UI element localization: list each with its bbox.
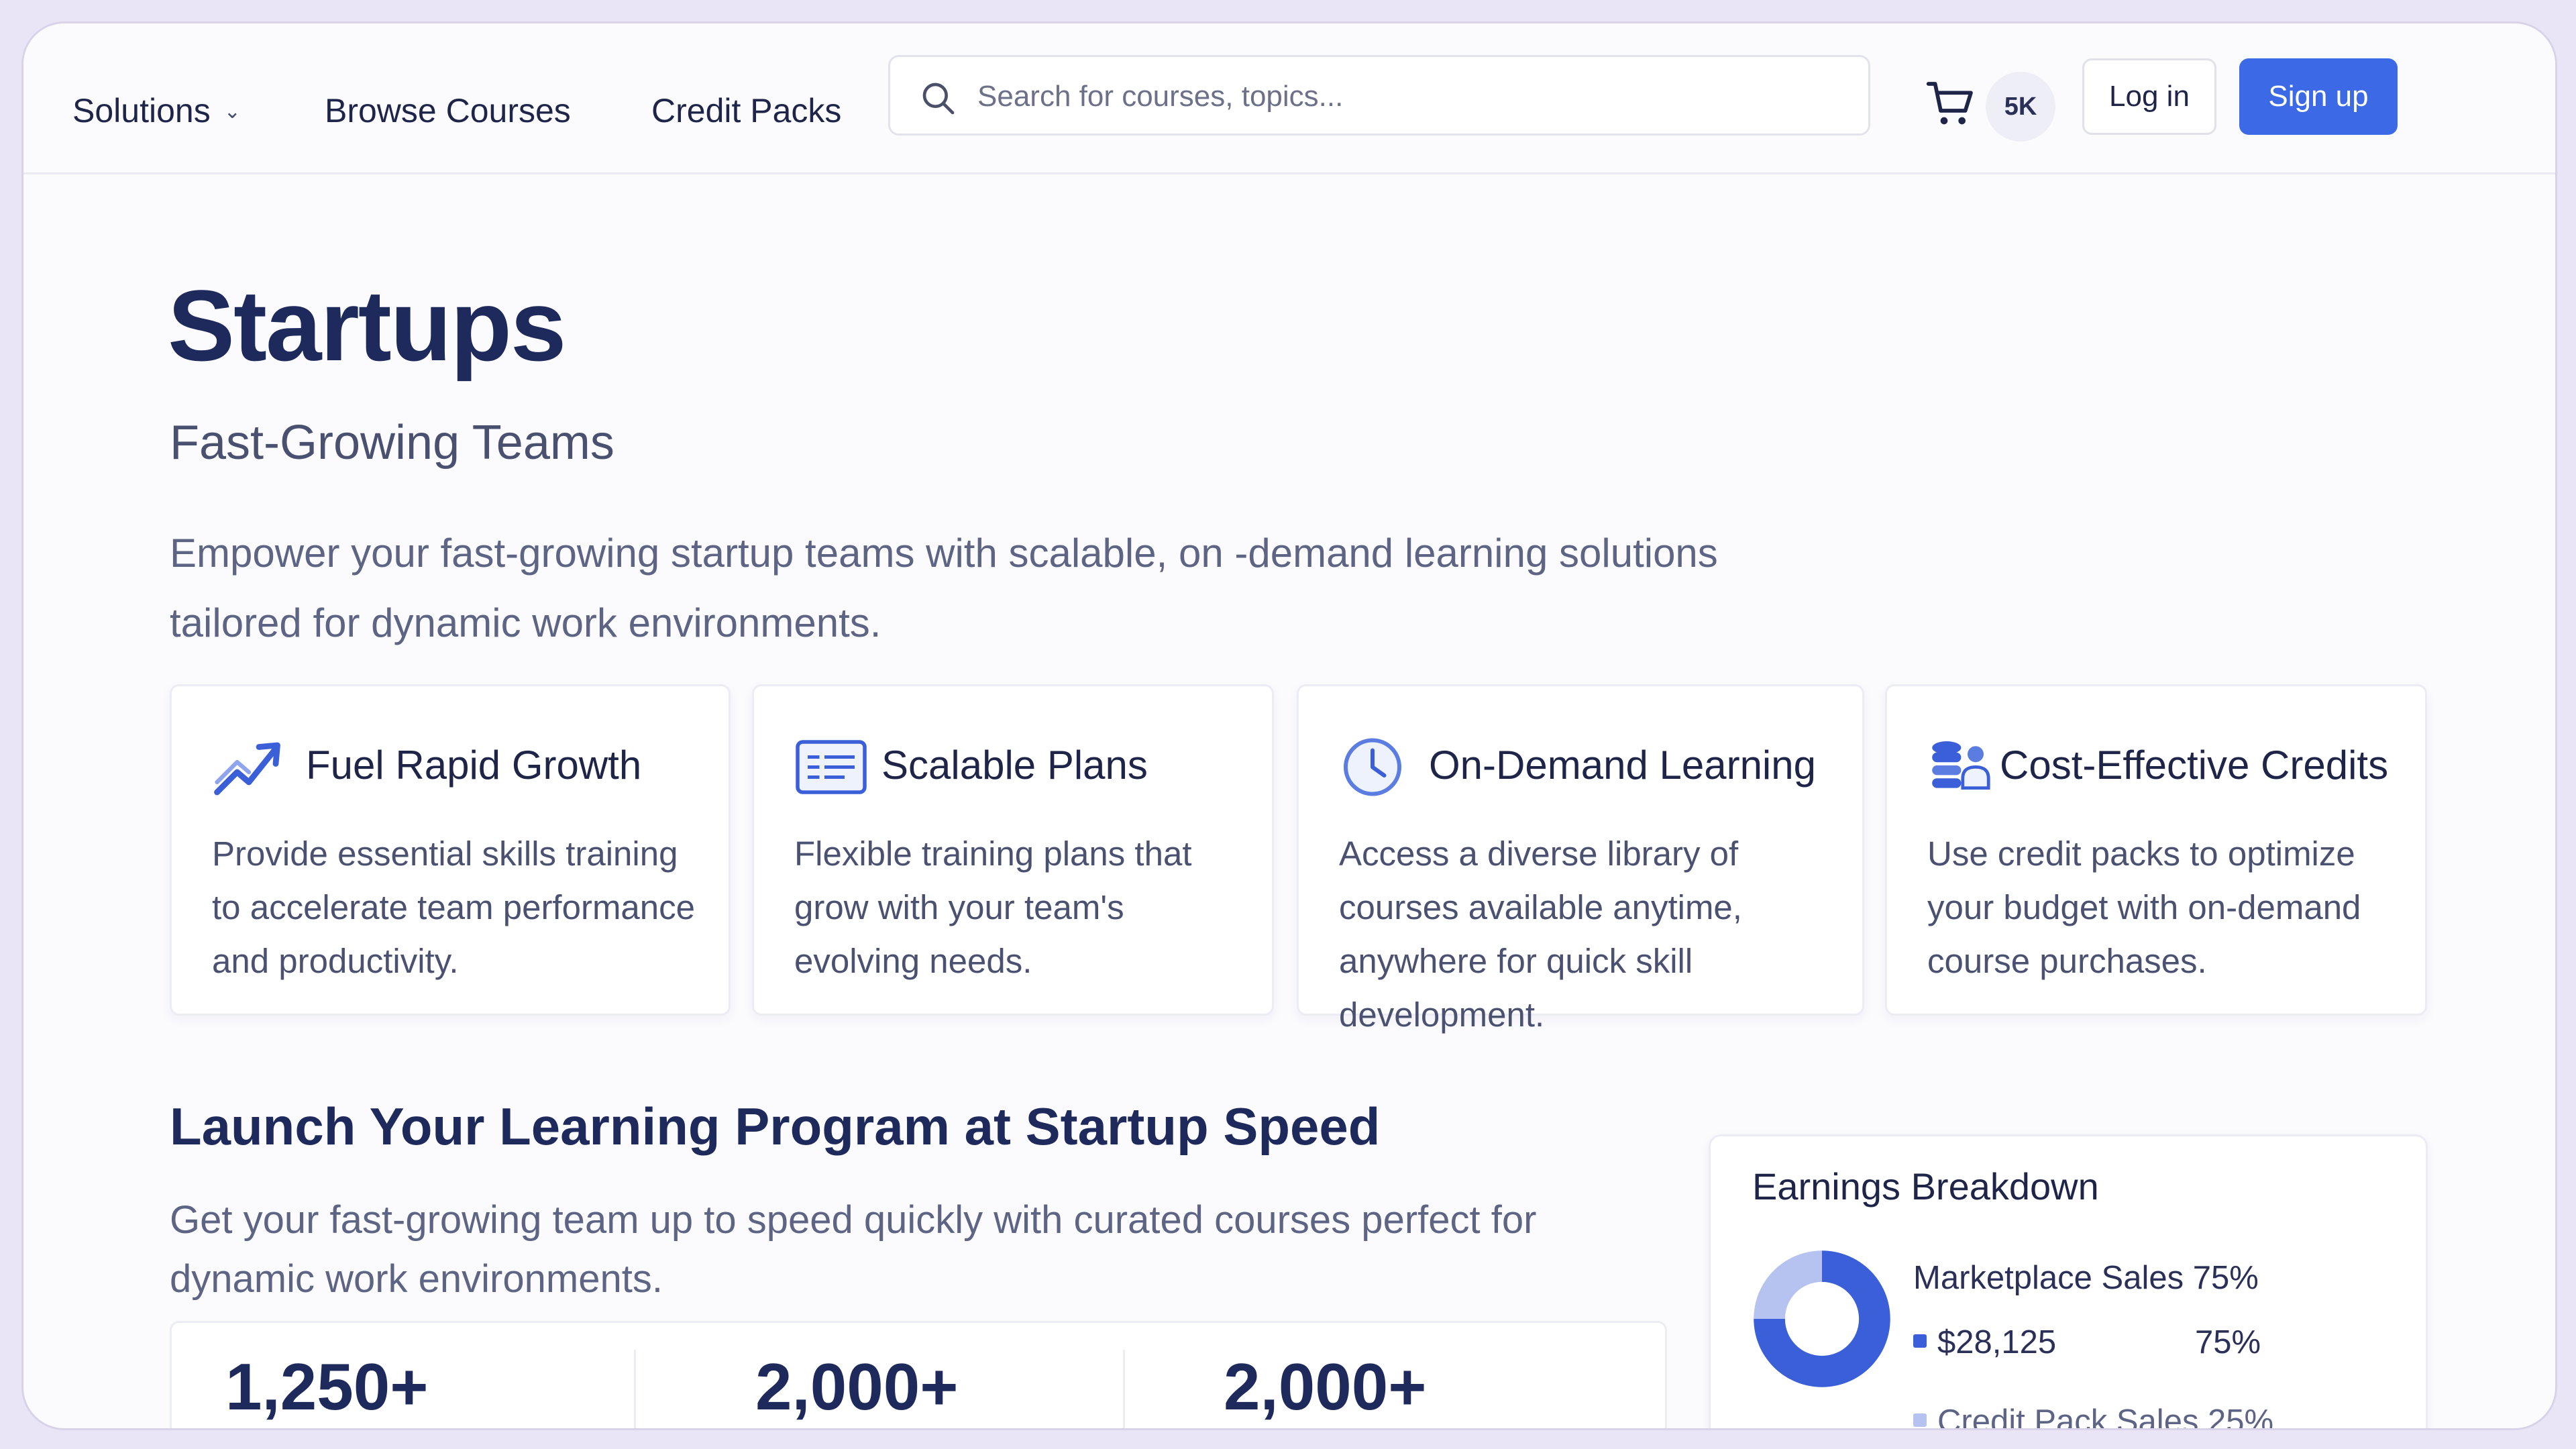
clock-icon (1344, 738, 1401, 796)
stats-panel: 1,250+ 2,000+ 2,000+ (170, 1321, 1667, 1428)
feature-text: Flexible training plans that grow with y… (794, 835, 1192, 980)
feature-title: Scalable Plans (881, 743, 1148, 788)
feature-title: On-Demand Learning (1429, 743, 1817, 788)
marketplace-legend-label: Marketplace Sales 75% (1913, 1260, 2259, 1296)
browse-courses-link[interactable]: Browse Courses (325, 91, 571, 131)
section-description: Get your fast-growing team up to speed q… (170, 1198, 1537, 1301)
feature-card-growth: Fuel Rapid Growth Provide essential skil… (170, 684, 731, 1016)
credit-packs-link[interactable]: Credit Packs (651, 91, 841, 131)
earnings-card: Earnings Breakdown Marketplace Sales 75%… (1709, 1134, 2428, 1430)
top-nav: Solutions ⌄ Browse Courses Credit Packs 5… (23, 23, 2555, 174)
earnings-donut-chart (1754, 1250, 1890, 1387)
cart-icon[interactable] (1924, 77, 1978, 131)
search-input[interactable] (976, 74, 1848, 119)
credit-legend-label: Credit Pack Sales 25% (1937, 1403, 2274, 1430)
earnings-title: Earnings Breakdown (1752, 1165, 2099, 1208)
cart-count-badge: 5K (1986, 72, 2055, 142)
feature-title: Fuel Rapid Growth (306, 743, 642, 788)
solutions-menu[interactable]: Solutions ⌄ (72, 91, 241, 132)
marketplace-percent: 75% (2195, 1324, 2261, 1360)
list-card-icon (796, 740, 867, 794)
feature-text: Use credit packs to optimize your budget… (1927, 835, 2361, 980)
feature-text: Provide essential skills training to acc… (212, 835, 696, 980)
app-frame: Solutions ⌄ Browse Courses Credit Packs 5… (21, 21, 2557, 1430)
stat-divider (1123, 1350, 1125, 1428)
coins-user-icon (1932, 741, 1990, 790)
page-title: Startups (168, 269, 566, 382)
chevron-down-icon: ⌄ (223, 101, 241, 123)
feature-card-plans: Scalable Plans Flexible training plans t… (752, 684, 1274, 1016)
feature-card-credits: Cost-Effective Credits Use credit packs … (1885, 684, 2427, 1016)
page-description: Empower your fast-growing startup teams … (170, 531, 1718, 645)
stat-value: 2,000+ (755, 1350, 959, 1424)
signup-button[interactable]: Sign up (2239, 58, 2398, 135)
solutions-label: Solutions (72, 92, 211, 129)
credit-swatch (1913, 1413, 1927, 1427)
stat-value: 2,000+ (1224, 1350, 1427, 1424)
donut-slice-credit-pack-sales (1754, 1250, 1822, 1319)
search-icon (922, 83, 955, 115)
marketplace-amount-value: $28,125 (1937, 1324, 2057, 1360)
feature-card-on-demand: On-Demand Learning Access a diverse libr… (1297, 684, 1864, 1034)
marketplace-amount: $28,125 (1913, 1322, 2056, 1363)
feature-text: Access a diverse library of courses avai… (1339, 835, 1742, 1034)
stat-divider (634, 1350, 636, 1428)
login-button[interactable]: Log in (2082, 58, 2216, 135)
section-title: Launch Your Learning Program at Startup … (170, 1097, 1381, 1156)
trend-up-icon (214, 742, 280, 796)
credit-legend: Credit Pack Sales 25% (1913, 1401, 2274, 1430)
page-subtitle: Fast-Growing Teams (170, 416, 614, 470)
search-box[interactable] (888, 55, 1870, 136)
marketplace-swatch (1913, 1334, 1927, 1348)
stat-value: 1,250+ (225, 1350, 429, 1424)
feature-title: Cost-Effective Credits (2000, 743, 2389, 788)
